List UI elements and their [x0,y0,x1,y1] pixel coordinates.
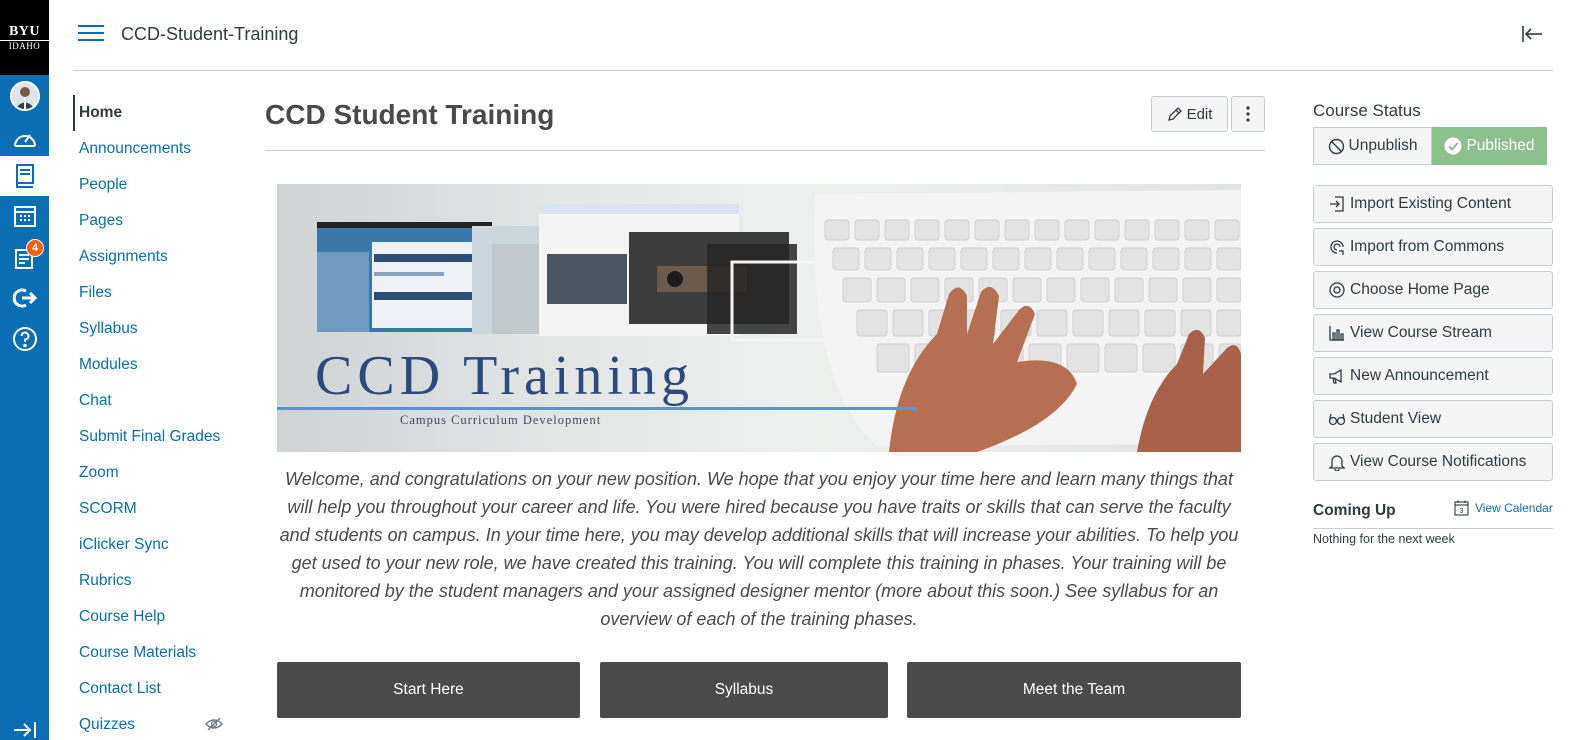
help-icon [12,327,37,351]
course-nav-home[interactable]: Home [73,95,233,131]
inbox-count-badge: 4 [26,239,44,257]
coming-up-heading: Coming Up [1313,502,1396,519]
course-nav-submit-final-grades[interactable]: Submit Final Grades [73,419,233,455]
course-nav-modules[interactable]: Modules [73,347,233,383]
course-nav-zoom[interactable]: Zoom [73,455,233,491]
coming-up-divider [1313,528,1553,529]
course-nav-pages[interactable]: Pages [73,203,233,239]
account-nav-item[interactable] [0,76,49,116]
course-nav-contact-list[interactable]: Contact List [73,671,233,707]
breadcrumb-course[interactable]: CCD-Student-Training [121,24,298,45]
syllabus-button[interactable]: Syllabus [600,662,888,718]
course-nav-quizzes: Quizzes [79,716,135,733]
calendar-nav-item[interactable] [0,196,49,236]
start-here-button[interactable]: Start Here [277,662,580,718]
more-options-button[interactable] [1231,96,1265,132]
course-nav-rubrics[interactable]: Rubrics [73,563,233,599]
expand-nav-item[interactable] [0,710,49,740]
import-from-commons-button[interactable]: Import from Commons [1313,228,1553,266]
logout-nav-item[interactable] [0,278,49,318]
commons-icon [1330,240,1344,255]
coming-up-empty-text: Nothing for the next week [1313,532,1455,546]
logout-icon [12,288,37,308]
course-nav-people[interactable]: People [73,167,233,203]
unpublish-icon [1328,138,1344,154]
import-from-commons-label: Import from Commons [1350,238,1505,255]
calendar-icon [13,206,36,227]
banner-title: CCD Training [315,345,694,407]
banner-subtitle: Campus Curriculum Development [400,413,602,427]
glasses-icon [1328,413,1346,426]
dashboard-icon [13,134,36,147]
calendar-day-number: 3 [1460,508,1464,515]
new-announcement-button[interactable]: New Announcement [1313,357,1553,395]
global-nav: BYU IDAHO 4 [0,0,49,740]
collapse-arrow-icon [1522,26,1542,42]
hamburger-bar [78,25,104,27]
course-nav-course-materials[interactable]: Course Materials [73,635,233,671]
calendar-day-icon: 3 [1454,500,1469,516]
choose-home-page-button[interactable]: Choose Home Page [1313,271,1553,309]
hidden-eye-icon [205,717,223,731]
course-nav: Home Announcements People Pages Assignme… [73,95,233,740]
course-nav-iclicker-sync[interactable]: iClicker Sync [73,527,233,563]
published-button[interactable]: Published [1432,127,1547,165]
logo-line-1: BYU [8,24,41,39]
view-course-notifications-label: View Course Notifications [1350,453,1527,470]
dashboard-nav-item[interactable] [0,118,49,158]
student-view-button[interactable]: Student View [1313,400,1553,438]
logo-line-2: IDAHO [0,40,49,51]
check-circle-icon [1444,137,1462,155]
bell-icon [1328,455,1346,471]
course-nav-quizzes-row[interactable]: Quizzes [73,707,233,740]
view-calendar-link[interactable]: 3 View Calendar [1454,500,1553,516]
byu-idaho-logo[interactable]: BYU IDAHO [0,0,49,75]
courses-nav-item[interactable] [0,156,49,196]
unpublish-button[interactable]: Unpublish [1313,127,1432,165]
import-icon [1330,196,1344,212]
expand-arrow-icon [13,722,36,738]
course-header: CCD-Student-Training [73,0,1553,71]
unpublish-label: Unpublish [1348,137,1418,154]
stream-chart-icon [1329,326,1344,341]
course-nav-course-help[interactable]: Course Help [73,599,233,635]
view-course-notifications-button[interactable]: View Course Notifications [1313,443,1553,481]
kebab-menu-icon [1246,106,1250,122]
course-menu-toggle[interactable] [78,25,104,45]
choose-home-page-label: Choose Home Page [1350,281,1490,298]
page-title: CCD Student Training [265,99,555,130]
meet-the-team-button[interactable]: Meet the Team [907,662,1241,718]
training-banner-image: CCD Training Campus Curriculum Developme… [277,184,1241,452]
edit-button[interactable]: Edit [1151,96,1228,132]
view-calendar-label: View Calendar [1475,501,1553,515]
avatar [9,81,40,111]
new-announcement-label: New Announcement [1350,367,1489,384]
student-view-label: Student View [1350,410,1442,427]
course-nav-scorm[interactable]: SCORM [73,491,233,527]
pencil-icon [1167,107,1182,121]
import-existing-content-button[interactable]: Import Existing Content [1313,185,1553,223]
import-existing-content-label: Import Existing Content [1350,195,1512,212]
course-nav-files[interactable]: Files [73,275,233,311]
course-nav-assignments[interactable]: Assignments [73,239,233,275]
view-course-stream-button[interactable]: View Course Stream [1313,314,1553,352]
course-nav-announcements[interactable]: Announcements [73,131,233,167]
banner-artwork [317,190,1241,452]
course-nav-syllabus[interactable]: Syllabus [73,311,233,347]
title-divider [265,150,1265,151]
courses-icon [15,164,34,188]
view-course-stream-label: View Course Stream [1350,324,1492,341]
help-nav-item[interactable] [0,319,49,359]
target-icon [1329,282,1345,298]
course-status-heading: Course Status [1313,101,1421,120]
course-nav-chat[interactable]: Chat [73,383,233,419]
hamburger-bar [78,32,104,34]
collapse-sidebar-button[interactable] [1521,24,1543,49]
megaphone-icon [1329,368,1342,384]
welcome-paragraph: Welcome, and congratulations on your new… [279,469,1239,629]
edit-label: Edit [1186,105,1213,123]
published-label: Published [1466,137,1535,154]
hamburger-bar [78,39,104,41]
